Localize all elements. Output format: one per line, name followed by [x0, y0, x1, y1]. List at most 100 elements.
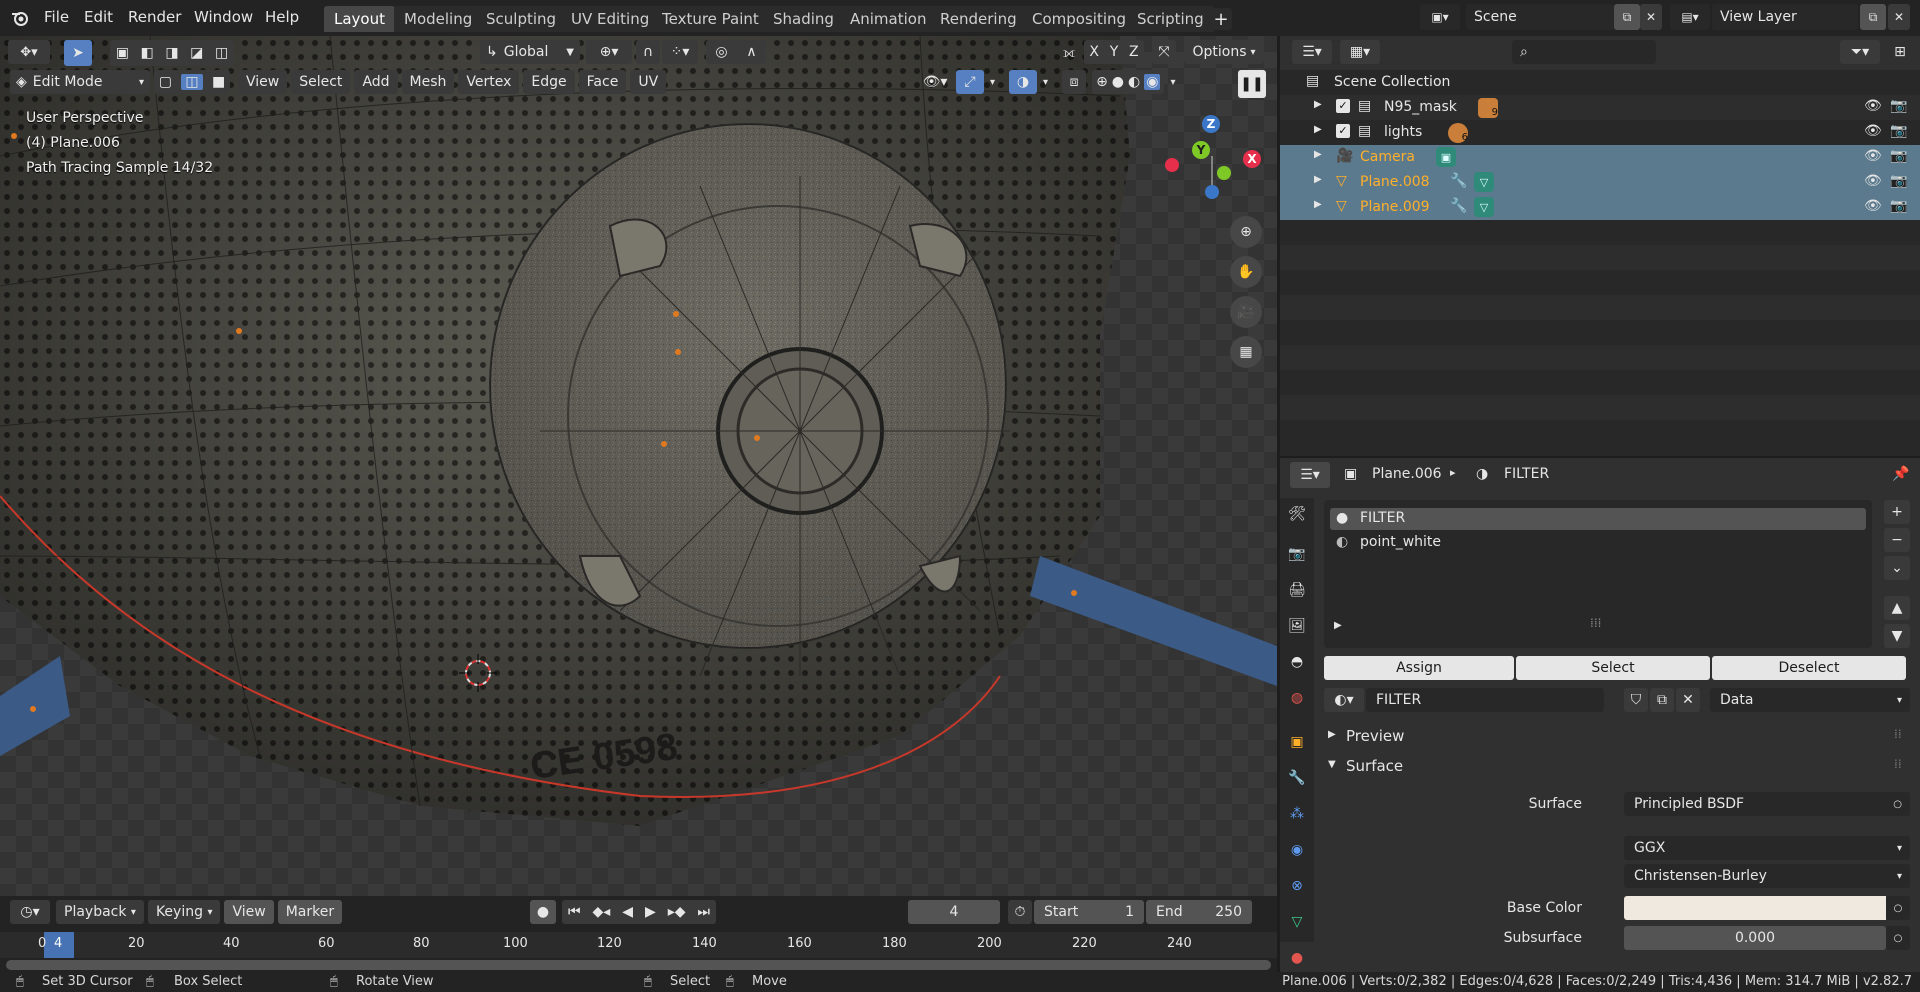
select-invert-icon[interactable]: ◪ — [190, 45, 203, 61]
mirror-z-toggle[interactable]: Z — [1129, 44, 1139, 60]
tab-rendering[interactable]: Rendering — [930, 6, 1027, 32]
pause-render-icon[interactable]: ❚❚ — [1238, 70, 1266, 98]
menu-edit[interactable]: Edit — [84, 0, 113, 34]
record-keyframe-icon[interactable]: ● — [530, 900, 556, 924]
jump-start-icon[interactable]: ⏮ — [568, 904, 581, 920]
visibility-eye-icon[interactable]: 👁▾ — [920, 70, 950, 94]
drag-grip-icon[interactable]: ⁞⁞ — [1894, 757, 1902, 771]
material-shading-icon[interactable]: ◐ — [1128, 74, 1140, 90]
rendered-shading-icon[interactable]: ◉ — [1144, 74, 1161, 90]
snap-element-dropdown[interactable]: ⁘▾ — [662, 40, 698, 64]
gizmo-x-axis[interactable]: X — [1243, 150, 1261, 168]
tab-shading[interactable]: Shading — [763, 6, 844, 32]
menu-edge[interactable]: Edge — [523, 70, 575, 94]
xray-toggle-icon[interactable]: ⧈ — [1062, 70, 1087, 94]
jump-end-icon[interactable]: ⏭ — [697, 904, 710, 920]
filter-icon[interactable]: ⏷▾ — [1840, 40, 1880, 64]
particles-tab-icon[interactable]: ⁂ — [1280, 798, 1314, 830]
frame-ruler[interactable]: 0 4 20 40 60 80 100 120 140 160 180 200 … — [0, 932, 1277, 958]
object-tab-icon[interactable]: ▣ — [1280, 726, 1314, 758]
select-mode-buttons[interactable]: ▢ ◫ ■ — [154, 70, 230, 94]
timeline-editor-type-button[interactable]: ◷▾ — [10, 900, 50, 924]
modifier-tab-icon[interactable]: 🔧 — [1280, 762, 1314, 794]
material-tab-icon[interactable]: ● — [1280, 942, 1314, 974]
tab-compositing[interactable]: Compositing — [1022, 6, 1137, 32]
mirror-x-toggle[interactable]: X — [1089, 44, 1099, 60]
camera-render-icon[interactable]: 📷 — [1890, 173, 1907, 189]
start-frame-field[interactable]: Start 1 — [1034, 900, 1144, 924]
eye-visible-icon[interactable]: 👁 — [1864, 173, 1882, 189]
node-socket-icon[interactable]: ○ — [1886, 926, 1910, 950]
blender-logo-icon[interactable] — [10, 8, 30, 28]
menu-uv[interactable]: UV — [630, 70, 667, 94]
tool-tab-icon[interactable]: 🛠 — [1280, 498, 1314, 530]
display-mode-button[interactable]: ▦▾ — [1340, 40, 1380, 64]
expand-arrow-icon[interactable]: ▶ — [1314, 99, 1322, 110]
duplicate-material-icon[interactable]: ⧉ — [1650, 688, 1674, 712]
add-workspace-icon[interactable]: + — [1210, 8, 1232, 30]
tab-modeling[interactable]: Modeling — [394, 6, 483, 32]
camera-render-icon[interactable]: 📷 — [1890, 123, 1907, 139]
add-slot-icon[interactable]: + — [1884, 500, 1910, 524]
current-frame-field[interactable]: 4 — [908, 900, 1000, 924]
outliner-row-camera[interactable]: ▶ 🎥 Camera ▣ 👁 📷 — [1280, 145, 1920, 170]
constraints-tab-icon[interactable]: ⊗ — [1280, 870, 1314, 902]
camera-render-icon[interactable]: 📷 — [1890, 198, 1907, 214]
mode-dropdown[interactable]: ◈ Edit Mode ▾ — [10, 70, 150, 94]
3d-viewport[interactable]: CE 0598 ✥▾ ➤ ▣ ◧ ◨ ◪ ◫ ↳ Global ▼ ⊕▾ ∩ ⁘… — [0, 36, 1277, 896]
outliner-editor-type-button[interactable]: ☰▾ — [1292, 40, 1332, 64]
topology-mirror-icon[interactable]: ⤧ — [1152, 40, 1176, 64]
outliner-row-lights[interactable]: ▶ ✓ ▤ lights 6 👁 📷 — [1280, 120, 1920, 145]
tab-layout[interactable]: Layout — [324, 6, 395, 32]
scene-browse-button[interactable]: ▣▾ — [1420, 4, 1460, 30]
properties-editor-type-button[interactable]: ☰▾ — [1290, 462, 1330, 488]
menu-render[interactable]: Render — [128, 0, 181, 34]
select-intersect-icon[interactable]: ◫ — [215, 45, 228, 61]
remove-slot-icon[interactable]: − — [1884, 528, 1910, 552]
output-tab-icon[interactable]: 🖨 — [1280, 574, 1314, 606]
deselect-button[interactable]: Deselect — [1712, 656, 1906, 680]
eye-visible-icon[interactable]: 👁 — [1864, 198, 1882, 214]
transform-orientation-dropdown[interactable]: ↳ Global ▼ — [480, 40, 580, 64]
subsurface-value-field[interactable]: 0.000 — [1624, 926, 1886, 950]
timeline-scrollbar[interactable] — [6, 960, 1271, 970]
expand-arrow-icon[interactable]: ▶ — [1314, 199, 1322, 210]
tab-scripting[interactable]: Scripting — [1127, 6, 1214, 32]
outliner-row-n95-mask[interactable]: ▶ ✓ ▤ N95_mask 9 👁 📷 — [1280, 95, 1920, 120]
select-extend-icon[interactable]: ◧ — [141, 45, 154, 61]
data-tab-icon[interactable]: ▽ — [1280, 906, 1314, 938]
pan-hand-icon[interactable]: ✋ — [1230, 256, 1262, 288]
tab-texture-paint[interactable]: Texture Paint — [652, 6, 769, 32]
eye-visible-icon[interactable]: 👁 — [1864, 123, 1882, 139]
play-icon[interactable]: ▶ — [645, 904, 656, 920]
material-slot-row[interactable]: ◐ point_white — [1330, 532, 1866, 554]
chevron-down-icon[interactable]: ▾ — [990, 77, 995, 88]
render-tab-icon[interactable]: 📷 — [1280, 538, 1314, 570]
tab-sculpting[interactable]: Sculpting — [476, 6, 567, 32]
tab-uv-editing[interactable]: UV Editing — [561, 6, 660, 32]
perspective-grid-icon[interactable]: ▦ — [1230, 336, 1262, 368]
unlink-material-icon[interactable]: ✕ — [1676, 688, 1700, 712]
preview-panel-header[interactable]: ▶ Preview ⁞⁞ — [1324, 724, 1920, 750]
view-layer-tab-icon[interactable]: 🖼 — [1280, 610, 1314, 642]
slot-specials-icon[interactable]: ⌄ — [1884, 556, 1910, 580]
drag-grip-icon[interactable]: ⁞⁞ — [1894, 727, 1902, 741]
menu-file[interactable]: File — [44, 0, 69, 34]
overlay-toggle-icon[interactable]: ◑ — [1009, 70, 1038, 94]
vertex-select-icon[interactable]: ▢ — [159, 74, 172, 90]
world-tab-icon[interactable]: ◍ — [1280, 682, 1314, 714]
material-link-dropdown[interactable]: Data ▾ — [1710, 688, 1910, 712]
view-layer-copy-icon[interactable]: ⧉ — [1860, 4, 1886, 30]
exclude-checkbox[interactable]: ✓ — [1336, 99, 1350, 113]
pin-icon[interactable]: 📌 — [1892, 466, 1909, 482]
menu-view[interactable]: View — [238, 70, 288, 94]
surface-panel-header[interactable]: ▼ Surface ⁞⁞ — [1324, 754, 1920, 780]
outliner-search-input[interactable]: ⌕ — [1512, 40, 1656, 64]
edge-select-icon[interactable]: ◫ — [181, 74, 203, 90]
view-layer-close-icon[interactable]: ✕ — [1888, 4, 1910, 30]
tab-animation[interactable]: Animation — [840, 6, 937, 32]
solid-shading-icon[interactable]: ● — [1112, 74, 1124, 90]
expand-arrow-icon[interactable]: ▶ — [1314, 124, 1322, 135]
menu-help[interactable]: Help — [265, 0, 299, 34]
menu-face[interactable]: Face — [578, 70, 627, 94]
